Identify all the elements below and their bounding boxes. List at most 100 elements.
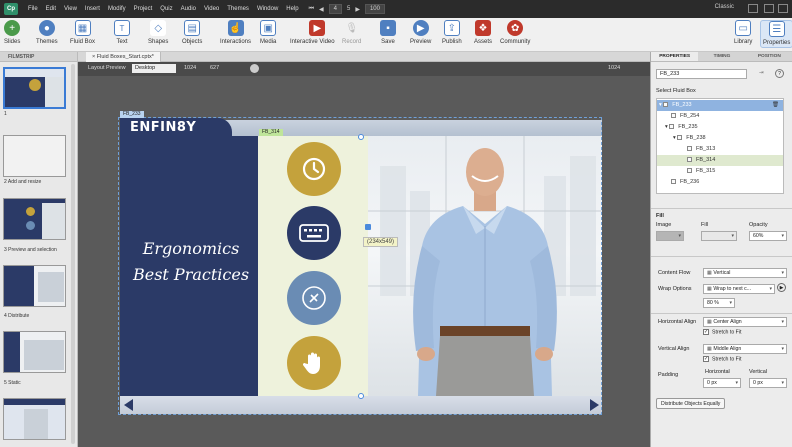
padding-horizontal-field[interactable]: 0 px <box>703 378 741 388</box>
slide-thumbnail-4[interactable] <box>3 265 66 307</box>
tree-node[interactable]: FB_236 <box>657 177 783 188</box>
filmstrip-scrollbar[interactable] <box>71 64 75 444</box>
text-button[interactable]: T Text <box>114 20 130 45</box>
menu-video[interactable]: Video <box>200 6 223 12</box>
wrap-play-icon[interactable]: ▶ <box>777 283 786 292</box>
resize-handle-top[interactable] <box>358 134 364 140</box>
fluid-box-outline[interactable] <box>118 117 602 415</box>
slide-thumbnail-6[interactable] <box>3 398 66 440</box>
preview-toggle-icon[interactable] <box>250 64 259 73</box>
themes-button[interactable]: ● Themes <box>36 20 58 45</box>
next-slide-icon[interactable]: ▶ <box>355 6 360 13</box>
fill-section-title: Fill <box>656 213 664 219</box>
fluid-box-tree: ▾ FB_233 🗑 FB_254 ▾ FB_235 ▾ FB_238 FB_31… <box>656 98 784 194</box>
opacity-label: Opacity <box>749 222 768 228</box>
interactive-video-button[interactable]: ▶ Interactive Video <box>290 20 335 45</box>
wrap-options-select[interactable]: ▦ Wrap to next c... <box>703 284 775 294</box>
slide-thumbnail-2[interactable] <box>3 135 66 177</box>
media-button[interactable]: ▣ Media <box>260 20 276 45</box>
slide-thumbnail-1[interactable] <box>3 67 66 109</box>
menu-view[interactable]: View <box>60 6 81 12</box>
menu-project[interactable]: Project <box>130 6 157 12</box>
filmstrip-title: FILMSTRIP <box>0 52 77 62</box>
save-button[interactable]: ▪ Save <box>380 20 396 45</box>
image-label: Image <box>656 222 672 228</box>
tree-node[interactable]: FB_315 <box>657 166 783 177</box>
image-picker[interactable] <box>656 231 684 241</box>
tree-node[interactable]: ▾ FB_233 🗑 <box>657 100 783 111</box>
shapes-icon: ◇ <box>150 20 167 36</box>
menu-themes[interactable]: Themes <box>223 6 253 12</box>
stretch-checkbox-vertical[interactable]: ✓ Stretch to Fit <box>703 356 741 362</box>
layout-preview-select[interactable]: Desktop <box>132 64 176 73</box>
resize-handle-bottom[interactable] <box>358 393 364 399</box>
tree-node[interactable]: ▾ FB_238 <box>657 133 783 144</box>
help-icon[interactable]: ? <box>775 69 784 78</box>
padding-vertical-field[interactable]: 0 px <box>749 378 787 388</box>
objects-button[interactable]: ▤ Objects <box>182 20 202 45</box>
object-name-field[interactable]: FB_233 <box>656 69 747 79</box>
trash-icon[interactable]: 🗑 <box>772 100 779 111</box>
shapes-button[interactable]: ◇ Shapes <box>148 20 168 45</box>
stretch-checkbox-horizontal[interactable]: ✓ Stretch to Fit <box>703 329 741 335</box>
maximize-icon[interactable] <box>764 4 774 13</box>
menu-file[interactable]: File <box>24 6 42 12</box>
fluid-box-tag-outer[interactable]: FB_233 <box>120 111 144 118</box>
tree-node[interactable]: ▾ FB_235 <box>657 122 783 133</box>
community-button[interactable]: ✿ Community <box>500 20 530 45</box>
record-button[interactable]: 🎙 Record <box>342 20 361 46</box>
horizontal-align-select[interactable]: ▦ Center Align <box>703 317 787 327</box>
menu-window[interactable]: Window <box>253 6 282 12</box>
menu-bar: Cp File Edit View Insert Modify Project … <box>0 0 792 18</box>
properties-button[interactable]: ☰ Properties <box>760 20 792 48</box>
opacity-field[interactable]: 60% <box>749 231 787 241</box>
content-flow-select[interactable]: ▦ Vertical <box>703 268 787 278</box>
tree-node[interactable]: FB_313 <box>657 144 783 155</box>
prev-slide-icon[interactable]: ◀ <box>319 6 324 13</box>
menu-insert[interactable]: Insert <box>81 6 104 12</box>
menu-help[interactable]: Help <box>282 6 302 12</box>
menu-quiz[interactable]: Quiz <box>156 6 176 12</box>
layout-width[interactable]: 1024 <box>184 65 196 71</box>
menu-modify[interactable]: Modify <box>104 6 130 12</box>
resize-handle-right[interactable] <box>365 224 371 230</box>
slide-thumbnail-3[interactable] <box>3 198 66 240</box>
vertical-align-label: Vertical Align <box>658 346 690 352</box>
vertical-align-select[interactable]: ▦ Middle Align <box>703 344 787 354</box>
tab-timing[interactable]: TIMING <box>698 52 745 61</box>
library-button[interactable]: ▭ Library <box>734 20 752 45</box>
wrap-percent-field[interactable]: 80 % <box>703 298 735 308</box>
quick-toolbar: ⏮ ◀ 4 5 ▶ 100 <box>309 4 385 14</box>
image-icon: ▣ <box>260 20 277 36</box>
divider <box>651 256 792 257</box>
first-slide-icon[interactable]: ⏮ <box>309 6 314 13</box>
slide-number-field[interactable]: 4 <box>328 4 342 14</box>
fluid-box-button[interactable]: ▦ Fluid Box <box>70 20 95 45</box>
fluid-box-tag-inner[interactable]: FB_314 <box>259 129 283 136</box>
publish-icon: ⇪ <box>443 20 460 36</box>
slides-button[interactable]: + Slides <box>4 20 20 45</box>
publish-button[interactable]: ⇪ Publish <box>442 20 462 45</box>
minimize-icon[interactable] <box>748 4 758 13</box>
divider <box>651 208 792 209</box>
layout-height[interactable]: 627 <box>210 65 219 71</box>
close-icon[interactable] <box>778 4 788 13</box>
zoom-field[interactable]: 100 <box>364 4 385 14</box>
distribute-objects-button[interactable]: Distribute Objects Equally <box>656 398 726 409</box>
menu-edit[interactable]: Edit <box>42 6 60 12</box>
slide-thumbnail-5[interactable] <box>3 331 66 373</box>
document-tab[interactable]: × Fluid Boxes_Start.cptx* <box>86 52 161 62</box>
slide-label-4: 4 Distribute <box>4 313 30 319</box>
assets-button[interactable]: ❖ Assets <box>474 20 492 45</box>
tab-properties[interactable]: PROPERTIES <box>651 52 699 61</box>
menu-audio[interactable]: Audio <box>177 6 200 12</box>
tab-position[interactable]: POSITION <box>746 52 792 61</box>
ruler-width-label: 1024 <box>608 65 621 71</box>
tree-node[interactable]: FB_254 <box>657 111 783 122</box>
interactions-button[interactable]: ☝ Interactions <box>220 20 251 45</box>
style-icon[interactable]: ⇥ <box>759 70 764 76</box>
workspace-theme[interactable]: Classic <box>715 4 734 10</box>
fill-picker[interactable] <box>701 231 737 241</box>
tree-node[interactable]: FB_314 <box>657 155 783 166</box>
preview-button[interactable]: ▶ Preview <box>410 20 431 45</box>
